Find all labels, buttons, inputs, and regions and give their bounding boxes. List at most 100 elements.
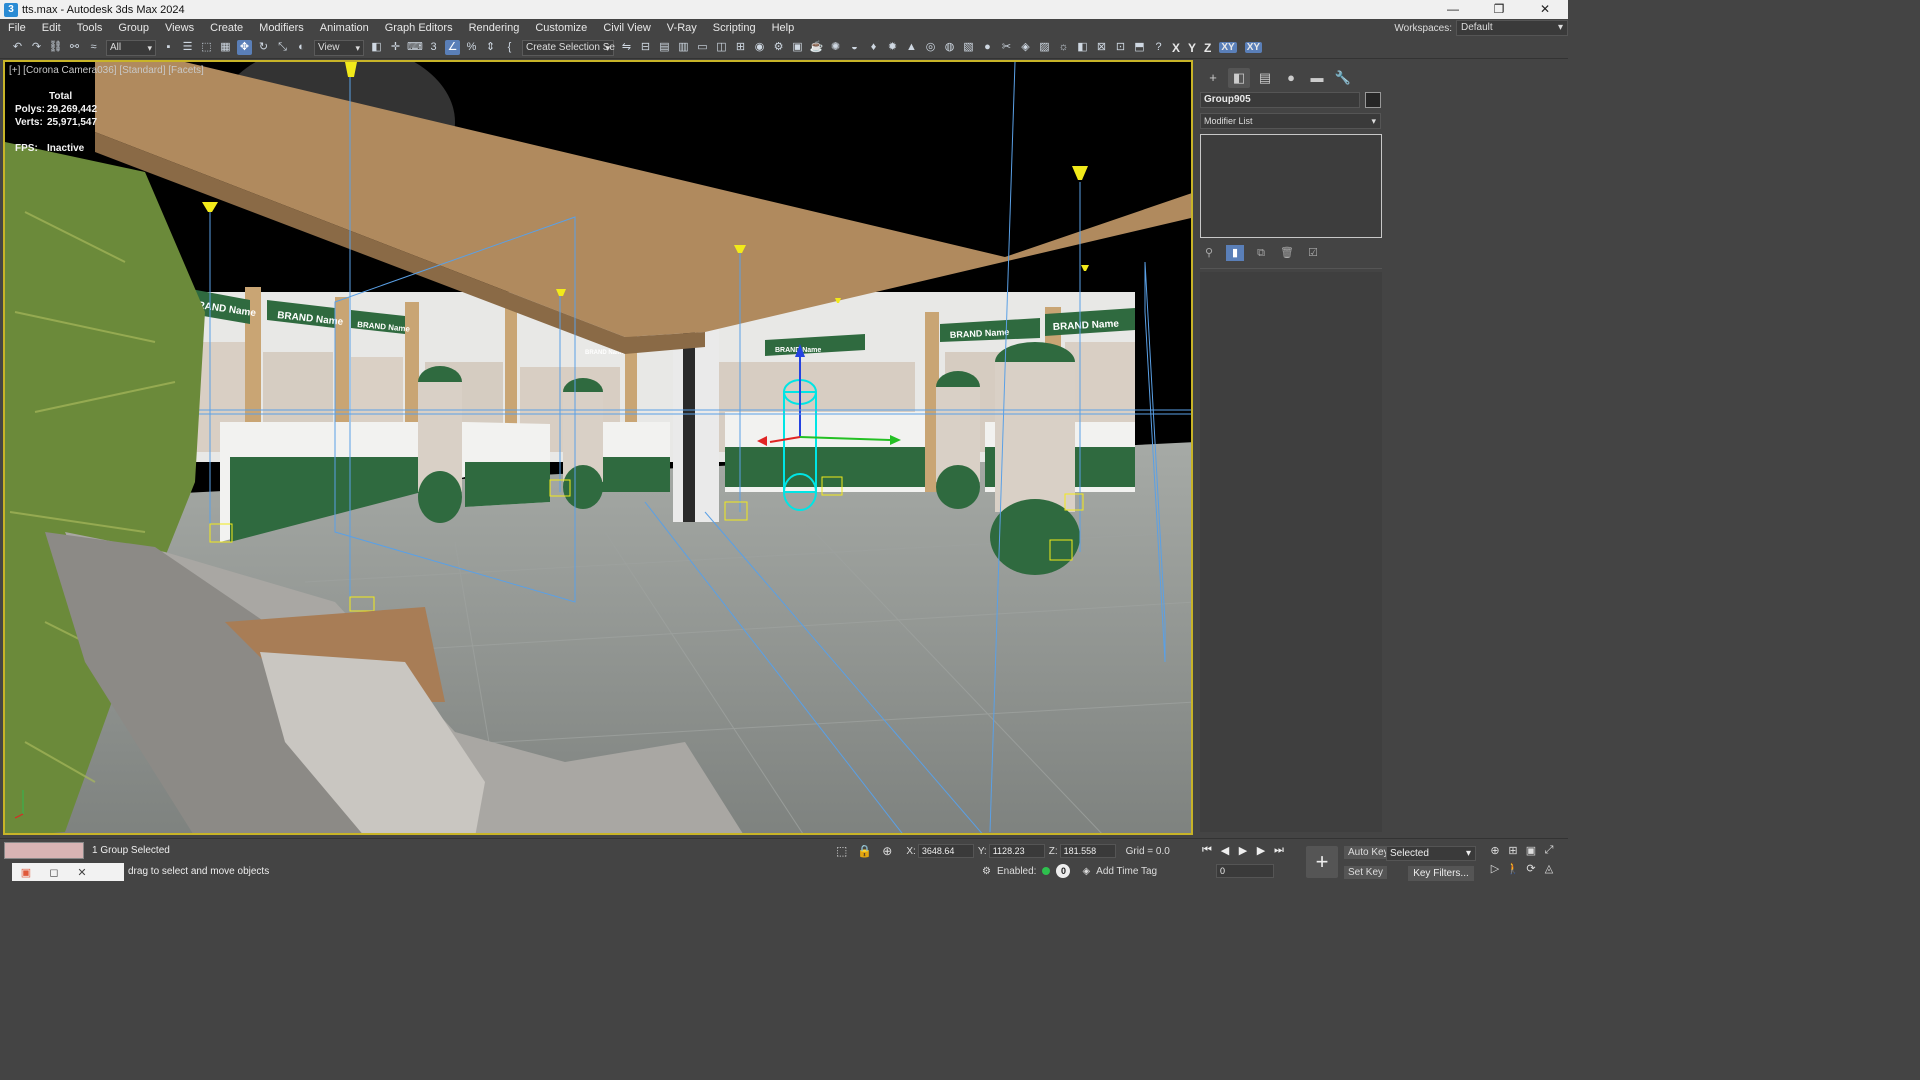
vray-fur-icon[interactable]: ◎: [923, 40, 938, 55]
create-icon[interactable]: +: [1202, 68, 1224, 88]
menu-edit[interactable]: Edit: [34, 19, 69, 37]
constrain-xy-button[interactable]: XY: [1219, 42, 1237, 53]
vray-sphere-icon[interactable]: ●: [980, 40, 995, 55]
motion-icon[interactable]: ●: [1280, 68, 1302, 88]
configure-sets-icon[interactable]: ☑: [1304, 245, 1322, 261]
make-unique-icon[interactable]: ⧉: [1252, 245, 1270, 261]
spinner-snap-icon[interactable]: ⇕: [483, 40, 498, 55]
schematic-view-icon[interactable]: ⊞: [733, 40, 748, 55]
maximize-viewport-icon[interactable]: ⤢: [1540, 844, 1558, 862]
workspace-dropdown[interactable]: Default: [1456, 20, 1568, 36]
redo-icon[interactable]: ↷: [29, 40, 44, 55]
field-of-view-icon[interactable]: ◬: [1540, 862, 1558, 880]
vray-clipper-icon[interactable]: ✂: [999, 40, 1014, 55]
absolute-mode-icon[interactable]: ⊕: [882, 844, 892, 858]
dolly-icon[interactable]: ▷: [1486, 862, 1504, 880]
menu-scripting[interactable]: Scripting: [705, 19, 764, 37]
hierarchy-icon[interactable]: ▤: [1254, 68, 1276, 88]
vray-ies-icon[interactable]: ♦: [866, 40, 881, 55]
key-mode-dropdown[interactable]: Selected: [1386, 846, 1476, 861]
ribbon-icon[interactable]: ▭: [695, 40, 710, 55]
selection-lock-icon[interactable]: 🔒: [857, 844, 872, 858]
rendered-frame-icon[interactable]: ▣: [790, 40, 805, 55]
y-coordinate-field[interactable]: 1128.23: [988, 844, 1045, 858]
next-frame-icon[interactable]: ▶: [1252, 844, 1270, 857]
utilities-icon[interactable]: 🔧: [1332, 68, 1354, 88]
add-time-tag-button[interactable]: Add Time Tag: [1096, 866, 1157, 877]
vray-plane-icon[interactable]: ▧: [961, 40, 976, 55]
current-frame-field[interactable]: 0: [1216, 864, 1274, 878]
edit-named-selection-icon[interactable]: {: [502, 40, 517, 55]
layer-explorer-icon[interactable]: ▥: [676, 40, 691, 55]
help-icon[interactable]: ?: [1151, 40, 1166, 55]
z-coordinate-field[interactable]: 181.558: [1059, 844, 1116, 858]
viewport-label[interactable]: [+] [Corona Camera036] [Standard] [Facet…: [9, 65, 204, 76]
place-icon[interactable]: ◐: [294, 40, 309, 55]
enabled-status-dot[interactable]: [1042, 867, 1051, 875]
bind-spacewarp-icon[interactable]: ≈: [86, 40, 101, 55]
remove-modifier-icon[interactable]: 🗑: [1278, 245, 1296, 261]
time-tag-icon[interactable]: ◈: [1082, 866, 1090, 877]
vray-dome-icon[interactable]: ◒: [847, 40, 862, 55]
unlink-icon[interactable]: ⚯: [67, 40, 82, 55]
modify-icon[interactable]: ◧: [1228, 68, 1250, 88]
vray-lights-icon[interactable]: ✺: [828, 40, 843, 55]
select-scale-icon[interactable]: ⤡: [275, 40, 290, 55]
selection-filter-dropdown[interactable]: All: [106, 39, 156, 56]
set-key-icon[interactable]: +: [1306, 846, 1338, 878]
isolate-selection-icon[interactable]: ⬚: [836, 844, 847, 858]
menu-file[interactable]: File: [0, 19, 34, 37]
render-icon[interactable]: ☕: [809, 40, 824, 55]
menu-tools[interactable]: Tools: [69, 19, 111, 37]
align-icon[interactable]: ⊟: [638, 40, 653, 55]
show-end-result-icon[interactable]: ▮: [1226, 245, 1244, 261]
constrain-y-button[interactable]: Y: [1188, 41, 1196, 55]
vray-batch-icon[interactable]: ⬒: [1132, 40, 1147, 55]
snap-3d-icon[interactable]: 3: [426, 40, 441, 55]
curve-editor-icon[interactable]: ◫: [714, 40, 729, 55]
render-setup-icon[interactable]: ⚙: [771, 40, 786, 55]
goto-start-icon[interactable]: ⏮: [1198, 844, 1216, 857]
degradation-icon[interactable]: ⚙: [982, 866, 991, 877]
manipulate-icon[interactable]: ✛: [388, 40, 403, 55]
window-crossing-icon[interactable]: ▦: [218, 40, 233, 55]
object-color-swatch[interactable]: [1365, 92, 1381, 108]
menu-group[interactable]: Group: [110, 19, 157, 37]
x-coordinate-field[interactable]: 3648.64: [917, 844, 974, 858]
vray-proxy-icon[interactable]: ▲: [904, 40, 919, 55]
vray-camera-icon[interactable]: ◈: [1018, 40, 1033, 55]
zoom-all-icon[interactable]: ⊞: [1504, 844, 1522, 862]
play-icon[interactable]: ▶: [1234, 844, 1252, 857]
vray-decal-icon[interactable]: ◧: [1075, 40, 1090, 55]
reference-coordinate-dropdown[interactable]: View: [314, 39, 364, 56]
minimize-button[interactable]: —: [1430, 0, 1476, 19]
perspective-viewport[interactable]: [+] [Corona Camera036] [Standard] [Facet…: [3, 60, 1193, 835]
close-listener-icon[interactable]: ✕: [68, 866, 96, 879]
enabled-value[interactable]: 0: [1056, 864, 1071, 878]
orbit-icon[interactable]: ⟳: [1522, 862, 1540, 880]
modifier-list-dropdown[interactable]: Modifier List: [1200, 113, 1381, 129]
menu-modifiers[interactable]: Modifiers: [251, 19, 312, 37]
select-object-icon[interactable]: ▪: [161, 40, 176, 55]
set-key-button[interactable]: Set Key: [1344, 866, 1388, 879]
menu-rendering[interactable]: Rendering: [461, 19, 528, 37]
app-taskbar-icon[interactable]: ▣: [12, 866, 40, 879]
zoom-extents-icon[interactable]: ▣: [1522, 844, 1540, 862]
object-name-field[interactable]: Group905: [1200, 92, 1360, 108]
vray-light-lister-icon[interactable]: ☼: [1056, 40, 1071, 55]
vray-material-icon[interactable]: ⊡: [1113, 40, 1128, 55]
restore-icon[interactable]: ◻: [40, 866, 68, 879]
constrain-x-button[interactable]: X: [1172, 41, 1180, 55]
goto-end-icon[interactable]: ⏭: [1270, 844, 1288, 857]
menu-animation[interactable]: Animation: [312, 19, 377, 37]
material-editor-icon[interactable]: ◉: [752, 40, 767, 55]
menu-vray[interactable]: V-Ray: [659, 19, 705, 37]
maxscript-listener[interactable]: [4, 842, 84, 859]
keyboard-shortcut-icon[interactable]: ⌨: [407, 40, 423, 55]
vray-scene-icon[interactable]: ⊠: [1094, 40, 1109, 55]
vray-vfb-icon[interactable]: ▨: [1037, 40, 1052, 55]
percent-snap-icon[interactable]: %: [464, 40, 479, 55]
rect-selection-icon[interactable]: ⬚: [199, 40, 214, 55]
menu-create[interactable]: Create: [202, 19, 251, 37]
constrain-plane-button[interactable]: XY: [1244, 42, 1263, 53]
